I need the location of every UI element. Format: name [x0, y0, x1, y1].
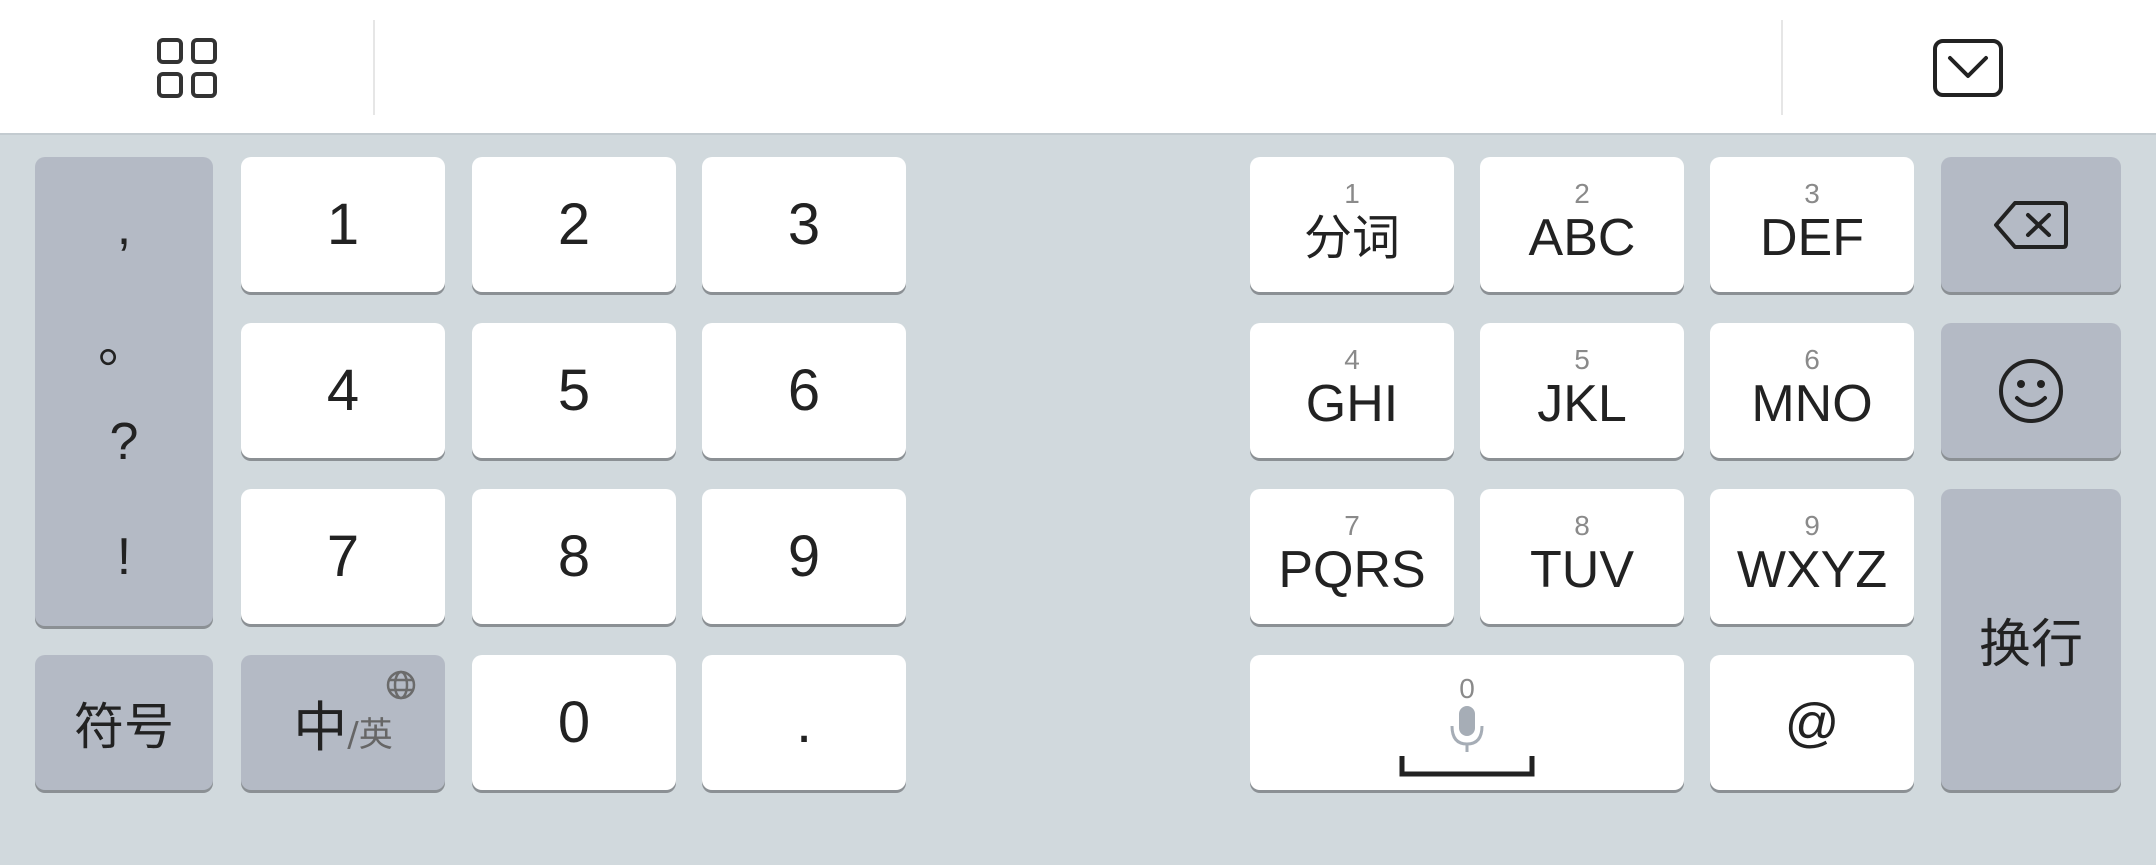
t9-letters: TUV	[1530, 540, 1634, 599]
t9-num: 4	[1344, 343, 1360, 375]
globe-icon	[386, 670, 416, 700]
t9-key-8[interactable]: 8 TUV	[1480, 489, 1684, 624]
t9-key-9[interactable]: 9 WXYZ	[1710, 489, 1914, 624]
microphone-icon	[1450, 705, 1484, 752]
t9-letters: ABC	[1528, 208, 1636, 267]
key-2[interactable]: 2	[472, 157, 676, 292]
t9-key-3[interactable]: 3 DEF	[1710, 157, 1914, 292]
t9-letters: DEF	[1760, 208, 1864, 267]
space-key[interactable]: 0	[1250, 655, 1684, 790]
key-7[interactable]: 7	[241, 489, 445, 624]
grid-icon[interactable]	[147, 30, 227, 106]
toolbar-divider	[1781, 20, 1783, 115]
exclamation-punct[interactable]: !	[35, 527, 213, 587]
t9-key-1[interactable]: 1 分词	[1250, 157, 1454, 292]
punctuation-key[interactable]: , 。 ? !	[35, 157, 213, 626]
question-punct[interactable]: ?	[35, 412, 213, 472]
key-3[interactable]: 3	[702, 157, 906, 292]
t9-letters: WXYZ	[1736, 540, 1888, 599]
t9-key-6[interactable]: 6 MNO	[1710, 323, 1914, 458]
period-punct[interactable]: 。	[35, 302, 213, 377]
lang-main-label: 中	[293, 696, 348, 759]
symbol-key[interactable]: 符号	[35, 655, 213, 790]
t9-letters: JKL	[1537, 374, 1627, 433]
key-8[interactable]: 8	[472, 489, 676, 624]
backspace-icon	[1994, 200, 2068, 249]
language-switch-key[interactable]: 中/英	[241, 655, 445, 790]
toolbar-divider	[373, 20, 375, 115]
t9-num: 6	[1804, 343, 1820, 375]
key-6[interactable]: 6	[702, 323, 906, 458]
comma-punct[interactable]: ,	[35, 197, 213, 257]
backspace-key[interactable]	[1941, 157, 2121, 292]
t9-num: 8	[1574, 509, 1590, 541]
keyboard-toolbar	[0, 0, 2156, 135]
t9-num: 5	[1574, 343, 1590, 375]
t9-key-4[interactable]: 4 GHI	[1250, 323, 1454, 458]
t9-num: 9	[1804, 509, 1820, 541]
space-num: 0	[1459, 672, 1475, 704]
t9-num: 1	[1344, 177, 1360, 209]
t9-letters: GHI	[1305, 374, 1399, 433]
key-4[interactable]: 4	[241, 323, 445, 458]
t9-num: 2	[1574, 177, 1590, 209]
emoji-key[interactable]	[1941, 323, 2121, 458]
key-1[interactable]: 1	[241, 157, 445, 292]
t9-key-5[interactable]: 5 JKL	[1480, 323, 1684, 458]
t9-key-7[interactable]: 7 PQRS	[1250, 489, 1454, 624]
t9-num: 3	[1804, 177, 1820, 209]
t9-num: 7	[1344, 509, 1360, 541]
t9-letters: PQRS	[1278, 540, 1426, 599]
key-9[interactable]: 9	[702, 489, 906, 624]
key-dot[interactable]: .	[702, 655, 906, 790]
t9-letters: MNO	[1751, 374, 1873, 433]
at-key[interactable]: @	[1710, 655, 1914, 790]
t9-key-2[interactable]: 2 ABC	[1480, 157, 1684, 292]
lang-sub-label: /英	[347, 715, 393, 755]
key-5[interactable]: 5	[472, 323, 676, 458]
emoji-icon	[1999, 358, 2063, 423]
space-icon	[1399, 755, 1535, 776]
enter-key[interactable]: 换行	[1941, 489, 2121, 790]
t9-letters: 分词	[1303, 209, 1400, 266]
key-0[interactable]: 0	[472, 655, 676, 790]
keyboard-hide-icon[interactable]	[1928, 30, 2008, 106]
